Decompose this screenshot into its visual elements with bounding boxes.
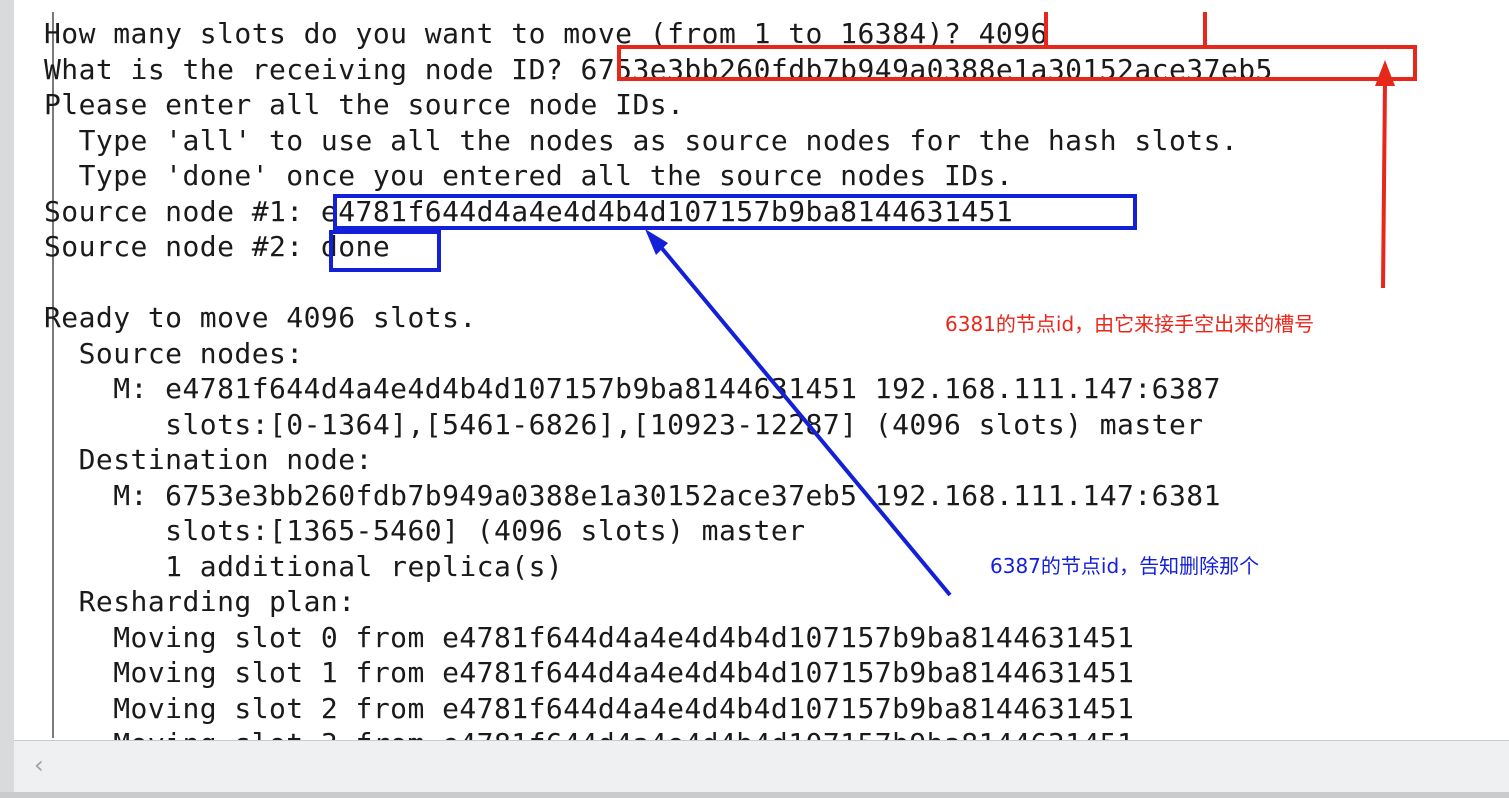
annotation-arrows <box>645 60 1395 597</box>
horizontal-scrollbar[interactable]: ‹ <box>14 740 1509 793</box>
red-annotation-note: 6381的节点id，由它来接手空出来的槽号 <box>945 312 1315 336</box>
red-arrow <box>1375 60 1395 289</box>
chevron-left-icon[interactable]: ‹ <box>34 751 44 779</box>
blue-arrow <box>645 229 952 597</box>
window-bottom-border <box>0 792 1509 798</box>
blue-annotation-note: 6387的节点id，告知删除那个 <box>990 554 1260 578</box>
